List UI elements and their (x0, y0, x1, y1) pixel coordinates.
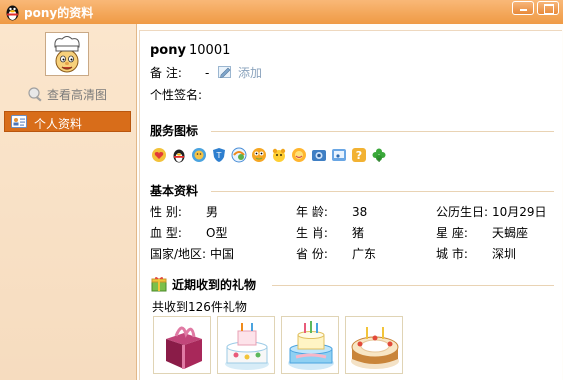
gender-value: 男 (206, 205, 219, 219)
gift-item[interactable] (153, 316, 211, 374)
birthday-label: 公历生日: (436, 205, 489, 219)
city-label: 城 市: (436, 247, 468, 261)
sidebar: 查看高清图 个人资料 (0, 24, 136, 380)
constellation-value: 天蝎座 (492, 226, 529, 240)
age-value: 38 (352, 205, 368, 219)
magnifier-icon (28, 87, 42, 102)
province-value: 广东 (352, 247, 377, 261)
age-label: 年 龄: (296, 205, 328, 219)
avatar[interactable] (45, 32, 89, 76)
qq-mail-icon[interactable] (231, 147, 247, 163)
qq-love-icon[interactable] (151, 147, 167, 163)
province-label: 省 份: (296, 247, 328, 261)
chef-avatar-icon (46, 33, 88, 75)
qq-penguin-icon (6, 5, 19, 21)
view-hd-photo-link[interactable]: 查看高清图 (26, 86, 107, 106)
remark-label: 备 注: (150, 66, 182, 80)
birthday-cake-icon (225, 323, 269, 370)
section-divider (211, 191, 554, 192)
services-title: 服务图标 (150, 124, 199, 138)
gift-item[interactable] (345, 316, 403, 374)
constellation-label: 星 座: (436, 226, 468, 240)
remark-value: - (205, 66, 210, 80)
qq-penguin-icon[interactable] (171, 147, 187, 163)
maximize-button[interactable] (537, 1, 559, 15)
edit-icon (218, 66, 231, 78)
view-hd-photo-label: 查看高清图 (47, 88, 108, 102)
country-label: 国家/地区: (150, 247, 207, 261)
blood-type-value: O型 (206, 226, 228, 240)
basic-info-title: 基本资料 (150, 184, 199, 198)
sidebar-item-personal-info[interactable]: 个人资料 (4, 111, 131, 132)
signature-label: 个性签名: (150, 88, 203, 102)
zodiac-animal-value: 猪 (352, 226, 365, 240)
gift-box-icon (166, 326, 202, 369)
qq-number: 10001 (189, 43, 231, 58)
id-card-icon (11, 115, 27, 128)
svg-text:T: T (216, 151, 222, 160)
profile-name: pony (150, 43, 186, 58)
blood-type-label: 血 型: (150, 226, 182, 240)
qq-show-icon[interactable] (291, 147, 307, 163)
city-value: 深圳 (492, 247, 517, 261)
gender-label: 性 别: (150, 205, 182, 219)
qq-member-icon[interactable] (191, 147, 207, 163)
qq-music-icon[interactable] (331, 147, 347, 163)
section-divider (211, 131, 554, 132)
add-remark-link[interactable]: 添加 (238, 65, 262, 81)
country-value: 中国 (210, 247, 235, 261)
birthday-cake-icon (351, 327, 399, 369)
window-title: pony的资料 (24, 6, 94, 20)
zodiac-animal-label: 生 肖: (296, 226, 328, 240)
gift-icon (151, 277, 167, 292)
qq-camera-icon[interactable] (311, 147, 327, 163)
gift-item[interactable] (217, 316, 275, 374)
sidebar-item-label: 个人资料 (34, 117, 83, 131)
clover-icon[interactable] (371, 147, 387, 163)
qq-question-icon[interactable]: ? (351, 147, 367, 163)
gifts-title: 近期收到的礼物 (172, 278, 257, 292)
birthday-cake-icon (288, 321, 334, 370)
qq-pet-icon[interactable] (271, 147, 287, 163)
minimize-button[interactable] (512, 1, 534, 15)
title-bar: pony的资料 (0, 0, 563, 24)
gifts-summary: 共收到126件礼物 (152, 300, 247, 314)
birthday-value: 10月29日 (492, 205, 547, 219)
gift-item[interactable] (281, 316, 339, 374)
qq-security-icon[interactable]: T (211, 147, 227, 163)
qq-game-icon[interactable] (251, 147, 267, 163)
svg-text:?: ? (356, 149, 362, 162)
section-divider (272, 285, 554, 286)
